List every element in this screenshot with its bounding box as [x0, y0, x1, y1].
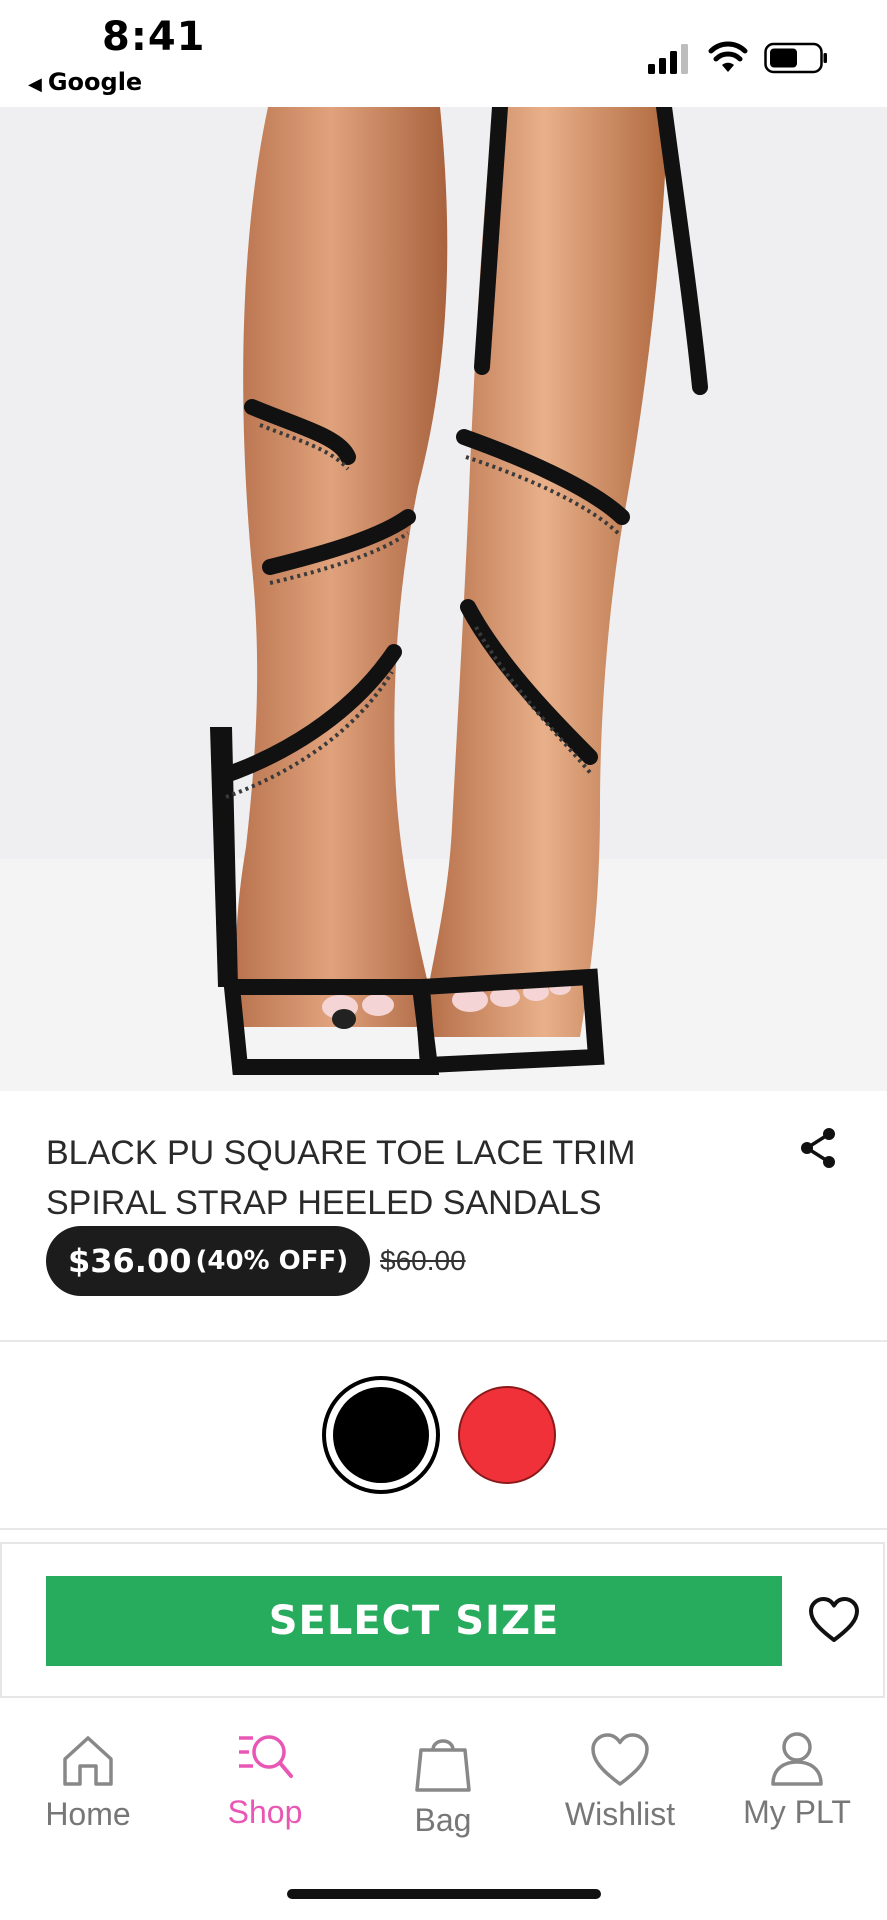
tab-bag-label: Bag [414, 1802, 472, 1838]
user-icon [771, 1732, 823, 1786]
tab-home[interactable]: Home [8, 1732, 168, 1833]
heart-icon [591, 1733, 649, 1786]
status-time: 8:41 [102, 14, 206, 60]
battery-icon [764, 42, 827, 74]
wifi-icon [708, 41, 748, 72]
back-caret-icon: ◀ [28, 74, 42, 95]
discount-percent: (40% OFF) [195, 1246, 349, 1276]
bag-icon [415, 1739, 471, 1792]
back-to-google-link[interactable]: ◀ Google [28, 68, 142, 96]
home-indicator[interactable] [287, 1889, 601, 1899]
product-title: BLACK PU SQUARE TOE LACE TRIM SPIRAL STR… [46, 1134, 636, 1222]
divider [0, 1340, 887, 1342]
current-price: $36.00 [68, 1242, 192, 1280]
tab-wishlist[interactable]: Wishlist [540, 1732, 700, 1833]
tab-bag[interactable]: Bag [363, 1732, 523, 1839]
tab-home-label: Home [45, 1796, 131, 1832]
price-badge: $36.00 (40% OFF) [46, 1226, 371, 1296]
product-image[interactable] [0, 107, 887, 1091]
bottom-tab-bar: Home Shop Bag Wishlist My PLT [0, 1700, 887, 1920]
tab-my-plt-label: My PLT [743, 1794, 851, 1830]
select-size-button[interactable]: SELECT SIZE [46, 1576, 782, 1666]
color-swatch-red[interactable] [458, 1386, 556, 1484]
color-swatch-black[interactable] [322, 1376, 440, 1494]
share-icon[interactable] [796, 1126, 840, 1170]
divider [0, 1528, 887, 1530]
status-bar: 8:41 ◀ Google [0, 0, 887, 107]
tab-wishlist-label: Wishlist [564, 1796, 676, 1832]
cellular-signal-icon [648, 44, 688, 74]
tab-shop[interactable]: Shop [185, 1730, 345, 1831]
add-to-wishlist-heart-icon[interactable] [808, 1596, 860, 1644]
shop-search-icon [239, 1735, 293, 1778]
tab-my-plt[interactable]: My PLT [717, 1730, 877, 1831]
product-photo [0, 107, 887, 1091]
home-icon [63, 1736, 113, 1786]
tab-shop-label: Shop [227, 1794, 303, 1830]
back-label: Google [47, 68, 143, 96]
color-swatch-black-fill [333, 1387, 429, 1483]
original-price: $60.00 [380, 1245, 466, 1276]
